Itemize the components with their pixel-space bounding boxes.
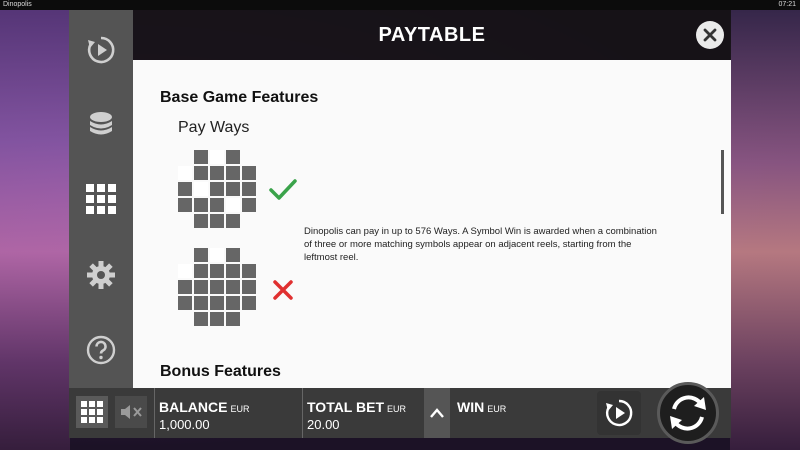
cross-icon	[273, 280, 293, 300]
win-label: WIN EUR	[457, 399, 592, 415]
invalid-indicator	[271, 278, 295, 307]
sidebar-item-paytable[interactable]	[85, 183, 117, 215]
total-bet-currency: EUR	[387, 404, 407, 414]
speaker-muted-icon	[121, 405, 142, 419]
sidebar-item-help[interactable]	[85, 334, 117, 366]
sidebar	[69, 10, 133, 388]
total-bet-meter: TOTAL BET EUR 20.00	[302, 388, 424, 438]
gear-icon	[87, 261, 115, 289]
checkmark-icon	[269, 179, 297, 200]
win-label-text: WIN	[457, 399, 485, 415]
autoplay-icon	[605, 399, 633, 427]
balance-label: BALANCE EUR	[159, 399, 302, 415]
grid-menu-icon	[86, 184, 116, 214]
total-bet-label-text: TOTAL BET	[307, 399, 384, 415]
background-left	[0, 10, 70, 450]
balance-meter: BALANCE EUR 1,000.00	[154, 388, 302, 438]
sidebar-item-replay[interactable]	[85, 34, 117, 66]
spin-button[interactable]	[657, 382, 719, 444]
spin-icon	[670, 395, 706, 431]
balance-currency: EUR	[230, 404, 250, 414]
close-button[interactable]	[696, 21, 724, 49]
help-icon	[86, 335, 116, 365]
total-bet-value: 20.00	[307, 417, 340, 432]
balance-value: 1,000.00	[159, 417, 210, 432]
win-meter: WIN EUR	[452, 388, 592, 438]
bottom-bar: BALANCE EUR 1,000.00 TOTAL BET EUR 20.00 W…	[69, 382, 731, 444]
app-name: Dinopolis	[3, 1, 32, 8]
clock: 07:21	[778, 1, 796, 8]
payway-diagram-invalid	[178, 248, 256, 326]
grid-menu-icon	[81, 401, 103, 423]
autoplay-button[interactable]	[597, 391, 641, 435]
subheading-pay-ways: Pay Ways	[178, 119, 250, 136]
payway-diagram-valid	[178, 150, 256, 228]
sidebar-item-bet[interactable]	[85, 108, 117, 140]
menu-button[interactable]	[76, 396, 108, 428]
valid-indicator	[268, 178, 298, 207]
coins-icon	[90, 112, 112, 135]
pay-ways-description: Dinopolis can pay in up to 576 Ways. A S…	[304, 226, 657, 263]
paytable-header: PAYTABLE	[133, 10, 731, 60]
bet-expand-button[interactable]	[424, 388, 450, 438]
balance-label-text: BALANCE	[159, 399, 228, 415]
section-title-bonus: Bonus Features	[160, 363, 281, 380]
chevron-up-icon	[430, 408, 444, 418]
mute-button[interactable]	[115, 396, 147, 428]
scrollbar[interactable]	[721, 150, 724, 214]
window-titlebar: Dinopolis 07:21	[0, 0, 800, 10]
paytable-title: PAYTABLE	[378, 24, 486, 46]
section-title-base-game: Base Game Features	[160, 89, 319, 106]
paytable-content[interactable]: Base Game Features Pay Ways Dinopolis ca…	[133, 60, 731, 388]
replay-icon	[87, 36, 115, 64]
close-icon	[703, 28, 717, 42]
total-bet-label: TOTAL BET EUR	[307, 399, 424, 415]
win-currency: EUR	[487, 404, 507, 414]
background-right	[730, 10, 800, 450]
sidebar-item-settings[interactable]	[85, 259, 117, 291]
